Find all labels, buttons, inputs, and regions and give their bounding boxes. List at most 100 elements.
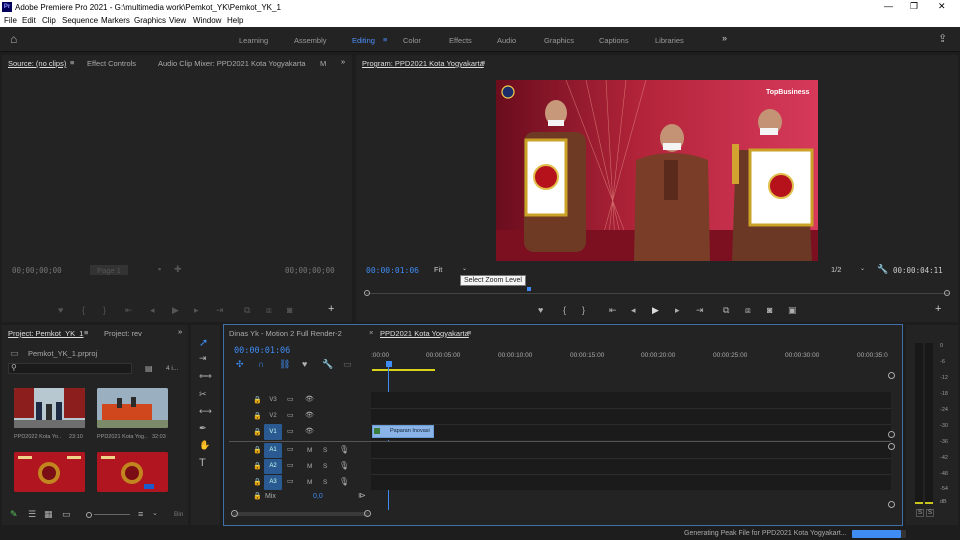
source-marker-icon[interactable]: ♥ bbox=[58, 305, 63, 315]
lock-icon[interactable]: 🔒 bbox=[253, 428, 262, 436]
lock-icon[interactable]: 🔒 bbox=[253, 396, 262, 404]
menu-markers[interactable]: Markers bbox=[101, 16, 130, 25]
tab-metadata[interactable]: M bbox=[320, 59, 326, 68]
mark-out-icon[interactable]: } bbox=[582, 305, 585, 315]
timeline-menu-icon[interactable]: ≡ bbox=[467, 328, 471, 337]
ripple-edit-tool-icon[interactable]: ⟺ bbox=[199, 371, 212, 382]
tab-source[interactable]: Source: (no clips) bbox=[8, 59, 66, 68]
workspace-audio[interactable]: Audio bbox=[497, 36, 516, 45]
home-icon[interactable]: ⌂ bbox=[10, 32, 17, 46]
scrub-end-handle[interactable] bbox=[944, 290, 950, 296]
work-area-bar[interactable] bbox=[372, 369, 435, 371]
workspace-learning[interactable]: Learning bbox=[239, 36, 268, 45]
tab-sequence-ppd[interactable]: PPD2021 Kota Yogyakarta bbox=[380, 329, 469, 338]
track-label-a2[interactable]: A2 bbox=[266, 463, 280, 472]
captions-icon[interactable]: ▭ bbox=[343, 359, 352, 370]
timeline-timecode[interactable]: 00:00:01:06 bbox=[234, 346, 290, 356]
mute-button[interactable]: M bbox=[307, 479, 312, 486]
program-video-frame[interactable]: TopBusiness bbox=[496, 80, 818, 261]
workspace-assembly[interactable]: Assembly bbox=[294, 36, 327, 45]
source-more-icon[interactable]: » bbox=[341, 57, 345, 66]
lock-icon[interactable]: 🔒 bbox=[253, 412, 262, 420]
sort-dropdown-icon[interactable]: ⌄ bbox=[152, 509, 158, 517]
project-thumb-3[interactable] bbox=[14, 452, 85, 492]
source-play-icon[interactable]: ▶ bbox=[172, 305, 179, 316]
tab-sequence-dinas[interactable]: Dinas Yk - Motion 2 Full Render-2 bbox=[229, 329, 342, 338]
new-bin-label[interactable]: Bin bbox=[174, 511, 183, 518]
lock-icon[interactable]: 🔒 bbox=[253, 462, 262, 470]
project-thumb-1[interactable] bbox=[14, 388, 85, 428]
go-to-end-icon[interactable]: ⧐ bbox=[358, 491, 366, 500]
workspace-editing[interactable]: Editing bbox=[352, 36, 375, 45]
pen-tool-icon[interactable]: ✒ bbox=[199, 423, 207, 434]
more-workspaces-icon[interactable]: » bbox=[722, 33, 727, 43]
lock-icon[interactable]: 🔒 bbox=[253, 478, 262, 486]
eye-icon[interactable]: 👁 bbox=[305, 411, 314, 419]
microphone-icon[interactable]: 🎙 bbox=[339, 461, 349, 470]
v-scroll-handle-mid[interactable] bbox=[888, 431, 895, 438]
source-settings-icon[interactable]: ▪ bbox=[158, 264, 161, 274]
sync-lock-icon[interactable]: ▭ bbox=[287, 477, 294, 485]
menu-clip[interactable]: Clip bbox=[42, 16, 56, 25]
scroll-handle-right[interactable] bbox=[364, 510, 371, 517]
hand-tool-icon[interactable]: ✋ bbox=[199, 440, 210, 451]
workspace-menu-icon[interactable]: ≡ bbox=[383, 35, 387, 44]
share-icon[interactable]: ⇪ bbox=[938, 32, 947, 45]
export-frame-icon[interactable]: ◙ bbox=[767, 305, 772, 315]
workspace-captions[interactable]: Captions bbox=[599, 36, 629, 45]
sort-icon[interactable]: ≡ bbox=[138, 509, 143, 519]
source-menu-icon[interactable]: ≡ bbox=[70, 58, 74, 67]
zoom-level-select[interactable]: Fit bbox=[434, 265, 442, 274]
pencil-icon[interactable]: ✎ bbox=[10, 509, 18, 520]
close-icon[interactable]: ✕ bbox=[938, 1, 946, 12]
snap-icon[interactable]: ∩ bbox=[258, 359, 264, 369]
scrub-start-handle[interactable] bbox=[364, 290, 370, 296]
step-back-icon[interactable]: ◂ bbox=[631, 305, 636, 316]
nest-icon[interactable]: ✣ bbox=[236, 359, 244, 370]
source-overwrite-icon[interactable]: ⧈ bbox=[266, 305, 272, 316]
v-scroll-handle-top[interactable] bbox=[888, 372, 895, 379]
resolution-select[interactable]: 1/2 bbox=[831, 265, 841, 274]
timeline-playhead-head[interactable] bbox=[386, 361, 392, 367]
solo-button[interactable]: S bbox=[323, 463, 327, 470]
close-tab-icon[interactable]: × bbox=[369, 328, 373, 337]
zoom-slider-handle[interactable] bbox=[86, 512, 92, 518]
track-label-v2[interactable]: V2 bbox=[266, 413, 280, 422]
restore-icon[interactable]: ❐ bbox=[910, 1, 918, 12]
zoom-slider-track[interactable] bbox=[94, 514, 130, 515]
menu-view[interactable]: View bbox=[169, 16, 186, 25]
microphone-icon[interactable]: 🎙 bbox=[339, 445, 349, 454]
linked-select-icon[interactable]: ⛓ bbox=[279, 359, 290, 370]
sync-lock-icon[interactable]: ▭ bbox=[287, 411, 294, 419]
project-more-icon[interactable]: » bbox=[178, 327, 182, 336]
source-insert-icon[interactable]: ⧉ bbox=[244, 305, 250, 316]
program-playhead[interactable] bbox=[527, 287, 531, 291]
program-scrub-bar[interactable] bbox=[366, 293, 950, 294]
mix-value[interactable]: 0,0 bbox=[313, 493, 323, 500]
play-icon[interactable]: ▶ bbox=[652, 305, 659, 316]
lift-icon[interactable]: ⧉ bbox=[723, 305, 729, 316]
freeform-view-icon[interactable]: ▭ bbox=[62, 509, 71, 520]
solo-left-button[interactable]: S bbox=[916, 509, 924, 517]
lock-icon[interactable]: 🔒 bbox=[253, 492, 262, 500]
mark-in-icon[interactable]: { bbox=[563, 305, 566, 315]
microphone-icon[interactable]: 🎙 bbox=[339, 477, 349, 486]
menu-window[interactable]: Window bbox=[193, 16, 221, 25]
mute-button[interactable]: M bbox=[307, 463, 312, 470]
source-page-select[interactable]: Page 1 bbox=[90, 265, 128, 275]
track-label-a3[interactable]: A3 bbox=[266, 479, 280, 488]
step-forward-icon[interactable]: ▸ bbox=[675, 305, 680, 316]
source-goto-in-icon[interactable]: ⇤ bbox=[125, 305, 133, 316]
tab-effect-controls[interactable]: Effect Controls bbox=[87, 59, 136, 68]
source-step-back-icon[interactable]: ◂ bbox=[150, 305, 155, 316]
project-thumb-2[interactable] bbox=[97, 388, 168, 428]
source-timecode[interactable]: 00;00;00;00 bbox=[12, 266, 62, 275]
track-label-v3[interactable]: V3 bbox=[266, 397, 280, 406]
source-export-frame-icon[interactable]: ◙ bbox=[287, 305, 292, 315]
icon-view-icon[interactable]: ▦ bbox=[44, 509, 53, 520]
new-bin-icon[interactable]: ▤ bbox=[145, 364, 153, 373]
program-menu-icon[interactable]: ≡ bbox=[481, 58, 485, 67]
clip-paparan-inovasi[interactable]: Paparan Inovasi bbox=[372, 425, 434, 438]
solo-button[interactable]: S bbox=[323, 479, 327, 486]
track-label-a1[interactable]: A1 bbox=[266, 447, 280, 456]
